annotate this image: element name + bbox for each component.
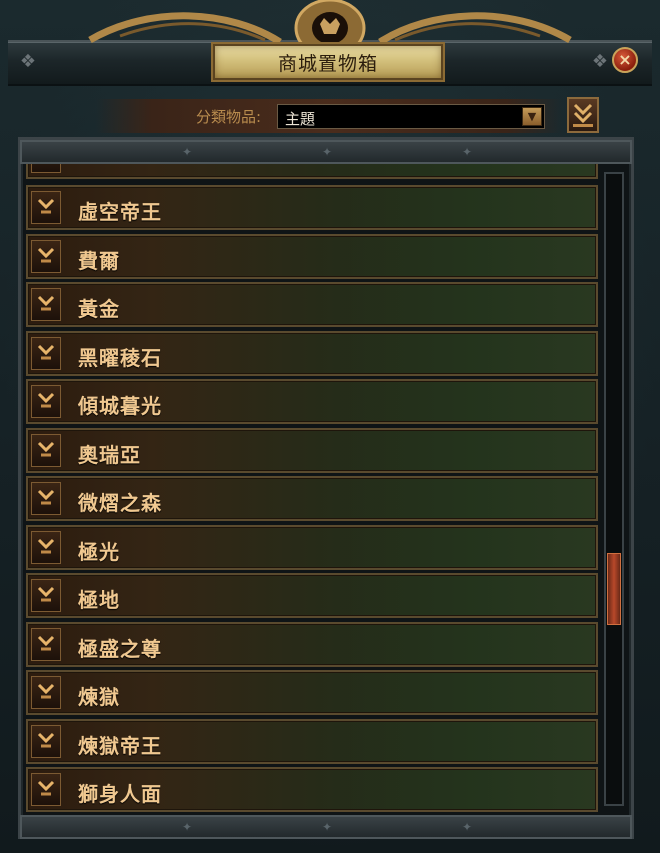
list-item-label: 黑曜稜石	[78, 346, 162, 370]
item-list[interactable]: 虛空帝王 費爾 黃金 黑曜稜石 傾城暮光 奧瑞亞 微熠之森 極光 極地 極盛之尊…	[26, 164, 600, 812]
chevron-down-icon[interactable]	[31, 676, 61, 709]
chevron-down-icon[interactable]	[31, 531, 61, 564]
list-frame-top-border: ✦ ✦ ✦	[20, 140, 632, 164]
close-icon: ×	[618, 50, 632, 69]
chevron-down-icon	[573, 103, 593, 127]
list-item[interactable]: 傾城暮光	[26, 379, 598, 424]
chevron-down-icon[interactable]	[31, 579, 61, 612]
frame-ornament-icon: ✦	[322, 145, 333, 159]
list-item[interactable]: 虛空帝王	[26, 185, 598, 230]
list-item[interactable]	[26, 164, 598, 179]
scrollbar-track[interactable]	[604, 172, 624, 806]
list-item[interactable]: 極盛之尊	[26, 622, 598, 667]
list-item-label: 極地	[78, 588, 120, 612]
list-item[interactable]: 微熠之森	[26, 476, 598, 521]
list-item[interactable]: 極光	[26, 525, 598, 570]
corner-ornament-icon: ❖	[19, 51, 37, 72]
category-selected-value: 主題	[285, 110, 316, 128]
collapse-all-button[interactable]	[567, 97, 599, 133]
list-item-label: 極光	[78, 540, 120, 564]
chevron-down-icon[interactable]	[31, 385, 61, 418]
frame-ornament-icon: ✦	[322, 820, 333, 834]
chevron-down-icon[interactable]	[31, 434, 61, 467]
list-item[interactable]: 黃金	[26, 282, 598, 327]
list-item[interactable]: 黑曜稜石	[26, 331, 598, 376]
chevron-down-icon[interactable]	[31, 482, 61, 515]
list-item-label: 傾城暮光	[78, 394, 162, 418]
category-label: 分類物品:	[196, 108, 262, 126]
frame-ornament-icon: ✦	[182, 145, 193, 159]
list-item[interactable]: 奧瑞亞	[26, 428, 598, 473]
title-plate: 商城置物箱	[213, 44, 443, 80]
corner-ornament-icon: ❖	[591, 51, 609, 72]
list-item[interactable]: 煉獄帝王	[26, 719, 598, 764]
list-item-label: 煉獄帝王	[78, 734, 162, 758]
list-item-label: 奧瑞亞	[78, 443, 141, 467]
list-item[interactable]: 煉獄	[26, 670, 598, 715]
list-item-label: 極盛之尊	[78, 637, 162, 661]
list-item[interactable]: 費爾	[26, 234, 598, 279]
list-item[interactable]: 極地	[26, 573, 598, 618]
list-item-label: 獅身人面	[78, 782, 162, 806]
chevron-down-icon[interactable]	[31, 773, 61, 806]
window-title: 商城置物箱	[277, 52, 378, 75]
frame-ornament-icon: ✦	[462, 145, 473, 159]
list-item[interactable]: 獅身人面	[26, 767, 598, 812]
scrollbar-thumb[interactable]	[607, 553, 621, 625]
chevron-down-icon[interactable]	[31, 725, 61, 758]
list-item-label: 黃金	[78, 297, 120, 321]
chevron-down-icon[interactable]	[31, 628, 61, 661]
chevron-down-icon[interactable]	[31, 191, 61, 224]
frame-ornament-icon: ✦	[462, 820, 473, 834]
category-dropdown[interactable]: 主題 ▼	[277, 104, 545, 129]
chevron-down-icon[interactable]	[31, 288, 61, 321]
frame-ornament-icon: ✦	[182, 820, 193, 834]
list-frame-bottom-border: ✦ ✦ ✦	[20, 815, 632, 839]
chevron-down-icon[interactable]	[31, 337, 61, 370]
close-button[interactable]: ×	[612, 47, 638, 73]
list-item-label: 微熠之森	[78, 491, 162, 515]
list-item-label: 虛空帝王	[78, 200, 162, 224]
chevron-down-icon[interactable]	[31, 164, 61, 173]
dropdown-arrow-icon[interactable]: ▼	[522, 107, 542, 126]
list-item-label: 煉獄	[78, 685, 120, 709]
list-item-label: 費爾	[78, 249, 120, 273]
chevron-down-icon[interactable]	[31, 240, 61, 273]
